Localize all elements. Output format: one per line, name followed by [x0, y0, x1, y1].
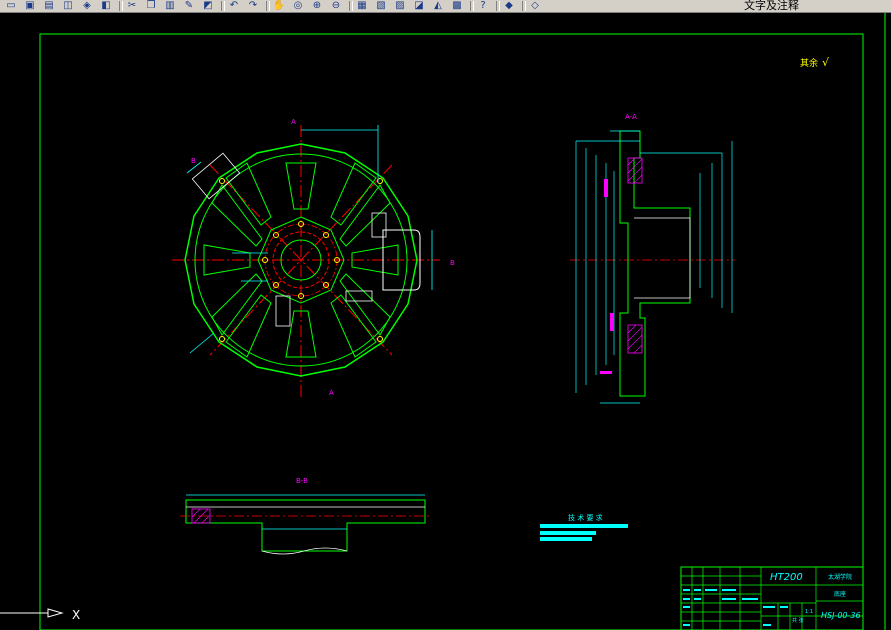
school-label: 太湖学院 — [828, 573, 852, 581]
toolbar-separator — [119, 1, 123, 11]
properties-icon[interactable]: ▦ — [355, 0, 369, 11]
zoom-realtime-icon[interactable]: ◎ — [291, 0, 305, 11]
markup-icon[interactable]: ◭ — [431, 0, 445, 11]
part-name-label: 底座 — [834, 590, 846, 598]
plan-view[interactable]: A A B B — [172, 118, 455, 398]
roughness-note: 其余 — [800, 57, 818, 69]
block-editor-icon[interactable]: ◩ — [201, 0, 215, 11]
toolbar-separator — [221, 1, 225, 11]
plot-icon[interactable]: ◧ — [99, 0, 113, 11]
sheet-label: 共 张 — [792, 617, 804, 624]
section-b-b-label: B-B — [296, 477, 308, 485]
sheet-border — [39, 33, 864, 630]
tool-palette-icon[interactable]: ▨ — [393, 0, 407, 11]
layer-state-icon[interactable]: ◇ — [528, 0, 542, 11]
undo-icon[interactable]: ↶ — [227, 0, 241, 11]
toolbar-separator — [522, 1, 526, 11]
scale-label: 1:1 — [805, 609, 813, 615]
section-view-a-a[interactable]: A-A — [570, 113, 735, 404]
tech-requirement-line-1 — [540, 524, 628, 528]
section-b-body — [185, 499, 426, 552]
cut-mark-b-right: B — [450, 259, 455, 267]
open-icon[interactable]: ▭ — [4, 0, 18, 11]
title-block-small-text — [683, 589, 788, 626]
drawing-number-label: HSJ-00-36 — [821, 611, 861, 620]
paste-icon[interactable]: ▥ — [163, 0, 177, 11]
design-center-icon[interactable]: ▧ — [374, 0, 388, 11]
save-icon[interactable]: ▣ — [23, 0, 37, 11]
cut-mark-a-top: A — [291, 118, 296, 126]
toolbar-separator — [349, 1, 353, 11]
material-label: HT200 — [770, 572, 803, 583]
preview-icon[interactable]: ◫ — [61, 0, 75, 11]
sheet-set-icon[interactable]: ◪ — [412, 0, 426, 11]
cut-mark-b-left: B — [191, 157, 196, 165]
layer-name-label[interactable]: 文字及注释 — [744, 0, 799, 12]
section-view-b-b[interactable]: B-B — [180, 477, 432, 555]
copy-icon[interactable]: ❐ — [144, 0, 158, 11]
toolbar-separator — [496, 1, 500, 11]
technical-requirements[interactable]: 技 术 要 求 — [540, 513, 628, 541]
toolbar-separator — [266, 1, 270, 11]
standard-toolbar: ▭ ▣ ▤ ◫ ◈ ◧ ✂ ❐ ▥ ✎ ◩ ↶ ↷ ✋ ◎ ⊕ ⊖ ▦ ▧ ▨ ◪ ◭ ▩? ◆ ◇ 文字及注释 — [0, 0, 891, 13]
drawing-canvas[interactable]: 其余 √ A A B B A-A B-B 技 术 要 求 HT200 太湖学院 … — [0, 13, 891, 630]
section-a-dim-text — [600, 179, 614, 374]
zoom-window-icon[interactable]: ⊕ — [310, 0, 324, 11]
section-a-hatch-lines — [627, 157, 643, 354]
section-a-hub — [634, 217, 691, 299]
title-block[interactable]: HT200 太湖学院 底座 HSJ-00-36 1:1 共 张 — [680, 566, 864, 630]
tech-requirement-line-3 — [540, 537, 592, 541]
ucs-x-label: X — [72, 608, 80, 622]
section-a-a-label: A-A — [625, 113, 637, 121]
tech-requirement-line-2 — [540, 531, 596, 535]
toolbar-separator — [470, 1, 474, 11]
cut-icon[interactable]: ✂ — [125, 0, 139, 11]
layer-manager-icon[interactable]: ◆ — [502, 0, 516, 11]
zoom-previous-icon[interactable]: ⊖ — [329, 0, 343, 11]
tech-requirements-title: 技 术 要 求 — [568, 513, 603, 522]
print-icon[interactable]: ▤ — [42, 0, 56, 11]
match-properties-icon[interactable]: ✎ — [182, 0, 196, 11]
calculator-icon[interactable]: ▩ — [450, 0, 464, 11]
pan-icon[interactable]: ✋ — [272, 0, 286, 11]
redo-icon[interactable]: ↷ — [246, 0, 260, 11]
help-icon[interactable]: ? — [476, 0, 490, 11]
section-a-dimensions — [575, 130, 733, 404]
roughness-symbol: √ — [822, 56, 830, 69]
publish-icon[interactable]: ◈ — [80, 0, 94, 11]
cut-mark-a-bottom: A — [329, 389, 334, 397]
